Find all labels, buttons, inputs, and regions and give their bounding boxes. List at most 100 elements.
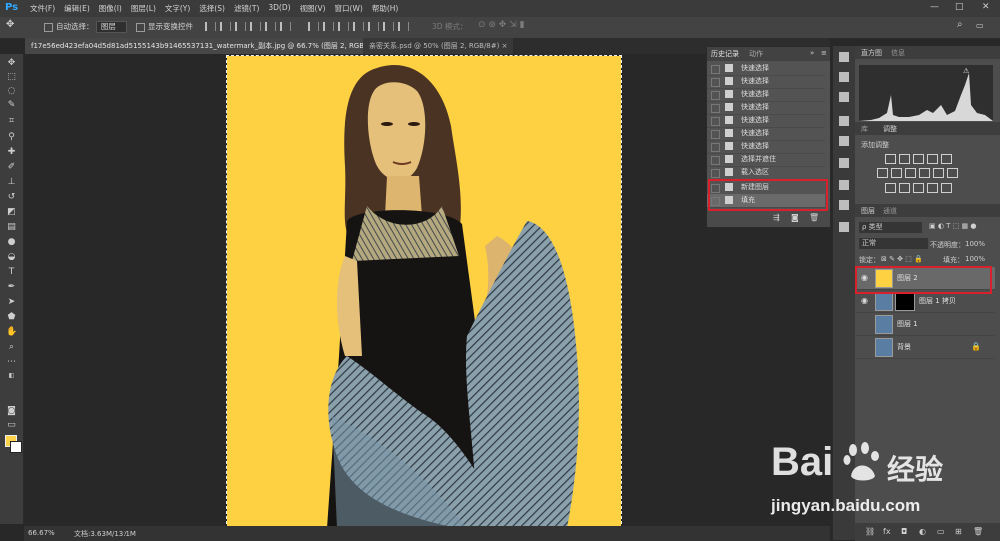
background-color-swatch[interactable] bbox=[10, 441, 22, 453]
paragraph-panel-icon[interactable] bbox=[839, 180, 849, 190]
distribute-center-icon[interactable] bbox=[368, 22, 379, 31]
document-canvas[interactable] bbox=[226, 55, 622, 529]
levels-icon[interactable] bbox=[899, 154, 910, 164]
lasso-tool-icon[interactable]: ◌ bbox=[6, 86, 17, 97]
tab-actions[interactable]: 动作 bbox=[749, 49, 763, 59]
trash-icon[interactable]: 🗑 bbox=[809, 213, 819, 222]
blend-mode-dropdown[interactable]: 正常 bbox=[859, 238, 928, 249]
menu-3d[interactable]: 3D(D) bbox=[268, 3, 290, 14]
history-item[interactable]: 快速选择 bbox=[707, 127, 825, 141]
threshold-icon[interactable] bbox=[913, 183, 924, 193]
align-right-icon[interactable] bbox=[280, 22, 291, 31]
selective-color-icon[interactable] bbox=[941, 183, 952, 193]
3d-panel-icon[interactable] bbox=[839, 222, 849, 232]
pen-tool-icon[interactable]: ✒ bbox=[6, 282, 17, 293]
new-document-from-state-icon[interactable]: ⇶ bbox=[773, 213, 780, 222]
distribute-left-icon[interactable] bbox=[353, 22, 364, 31]
minimize-button[interactable]: — bbox=[930, 2, 939, 12]
brush-tool-icon[interactable]: ✐ bbox=[6, 162, 17, 173]
snapshot-camera-icon[interactable]: ◙ bbox=[791, 213, 799, 222]
auto-select-checkbox[interactable] bbox=[44, 22, 53, 32]
histogram-panel-icon[interactable] bbox=[839, 52, 849, 62]
menu-filter[interactable]: 滤镜(T) bbox=[234, 3, 259, 14]
tab-channels[interactable]: 通道 bbox=[883, 206, 897, 216]
tab-watermark-jpg[interactable]: f17e56ed423efa04d5d81ad5155143b914655371… bbox=[25, 38, 400, 54]
brightness-icon[interactable] bbox=[885, 154, 896, 164]
eyedropper-tool-icon[interactable]: ⚲ bbox=[6, 132, 17, 143]
path-select-tool-icon[interactable]: ➤ bbox=[6, 297, 17, 308]
align-left-icon[interactable] bbox=[250, 22, 261, 31]
history-item[interactable]: 快速选择 bbox=[707, 88, 825, 102]
tab-adjustments[interactable]: 调整 bbox=[883, 124, 897, 134]
gradient-tool-icon[interactable]: ▤ bbox=[6, 222, 17, 233]
menu-window[interactable]: 窗口(W) bbox=[335, 3, 363, 14]
layer-filter-icons[interactable]: ▣ ◐ T ⬚ ▦ ● bbox=[929, 222, 976, 230]
show-transform-checkbox[interactable] bbox=[136, 22, 145, 32]
menu-file[interactable]: 文件(F) bbox=[30, 3, 55, 14]
tab-psd[interactable]: 亲密关系.psd @ 50% (图层 2, RGB/8#) × bbox=[363, 38, 514, 54]
menu-image[interactable]: 图像(I) bbox=[99, 3, 122, 14]
layer-filter-dropdown[interactable]: ρ 类型 bbox=[859, 222, 922, 233]
quick-select-tool-icon[interactable]: ✎ bbox=[6, 100, 17, 111]
search-icon[interactable]: ⌕ bbox=[957, 19, 963, 30]
warning-icon[interactable]: ⚠ bbox=[963, 67, 969, 75]
history-panel-icon[interactable] bbox=[839, 116, 849, 126]
marquee-tool-icon[interactable]: ⬚ bbox=[6, 72, 17, 83]
properties-panel-icon[interactable] bbox=[839, 200, 849, 210]
zoom-tool-icon[interactable]: ⌕ bbox=[6, 342, 17, 353]
history-item[interactable]: 载入选区 bbox=[707, 166, 825, 180]
invert-icon[interactable] bbox=[885, 183, 896, 193]
workspace-icon[interactable]: ▭ bbox=[976, 21, 984, 30]
status-arrow-icon[interactable]: › bbox=[124, 529, 127, 537]
navigator-panel-icon[interactable] bbox=[839, 92, 849, 102]
posterize-icon[interactable] bbox=[899, 183, 910, 193]
move-tool-icon[interactable]: ✥ bbox=[6, 19, 14, 30]
close-button[interactable]: ✕ bbox=[982, 2, 990, 12]
quick-mask-icon[interactable]: ◙ bbox=[6, 406, 17, 417]
clone-stamp-tool-icon[interactable]: ⊥ bbox=[6, 177, 17, 188]
distribute-top-icon[interactable] bbox=[308, 22, 319, 31]
menu-type[interactable]: 文字(Y) bbox=[165, 3, 190, 14]
align-bottom-icon[interactable] bbox=[235, 22, 246, 31]
zoom-level[interactable]: 66.67% bbox=[28, 529, 55, 537]
layer-row[interactable]: 图层 1 bbox=[855, 313, 995, 336]
color-balance-icon[interactable] bbox=[891, 168, 902, 178]
panel-menu-icon[interactable]: ≡ bbox=[821, 49, 827, 57]
photo-filter-icon[interactable] bbox=[919, 168, 930, 178]
black-white-icon[interactable] bbox=[905, 168, 916, 178]
more-tools-icon[interactable]: ⋯ bbox=[6, 357, 17, 368]
history-item[interactable]: 快速选择 bbox=[707, 62, 825, 76]
character-panel-icon[interactable] bbox=[839, 158, 849, 168]
blur-tool-icon[interactable]: ● bbox=[6, 237, 17, 248]
maximize-button[interactable]: □ bbox=[955, 2, 964, 12]
distribute-bottom-icon[interactable] bbox=[338, 22, 349, 31]
shape-tool-icon[interactable]: ⬟ bbox=[6, 312, 17, 323]
screen-mode-icon[interactable]: ▭ bbox=[6, 420, 17, 431]
align-center-icon[interactable] bbox=[265, 22, 276, 31]
hand-tool-icon[interactable]: ✋ bbox=[6, 327, 17, 338]
lock-icons[interactable]: ⊠ ✎ ✥ ⬚ 🔒 bbox=[881, 255, 923, 263]
type-tool-icon[interactable]: T bbox=[6, 267, 17, 278]
crop-tool-icon[interactable]: ⌗ bbox=[6, 116, 17, 127]
auto-select-option[interactable]: 自动选择： 图层 bbox=[44, 21, 127, 33]
tab-library[interactable]: 库 bbox=[861, 124, 868, 134]
fill-value[interactable]: 100% bbox=[965, 255, 985, 263]
close-tab-icon[interactable]: × bbox=[502, 42, 508, 50]
align-middle-icon[interactable] bbox=[220, 22, 231, 31]
brush-panel-icon[interactable] bbox=[839, 136, 849, 146]
gradient-map-icon[interactable] bbox=[927, 183, 938, 193]
history-item[interactable]: 快速选择 bbox=[707, 140, 825, 154]
hue-saturation-icon[interactable] bbox=[877, 168, 888, 178]
auto-align-icon[interactable] bbox=[398, 22, 409, 31]
menu-edit[interactable]: 编辑(E) bbox=[64, 3, 90, 14]
default-colors-icon[interactable]: ◧ bbox=[6, 370, 17, 381]
move-tool-icon[interactable]: ✥ bbox=[6, 58, 17, 69]
tab-history[interactable]: 历史记录 bbox=[711, 49, 739, 59]
layer-row[interactable]: 背景 🔒 bbox=[855, 336, 995, 359]
tab-layers[interactable]: 图层 bbox=[861, 206, 875, 216]
menu-view[interactable]: 视图(V) bbox=[300, 3, 326, 14]
menu-help[interactable]: 帮助(H) bbox=[372, 3, 399, 14]
history-brush-tool-icon[interactable]: ↺ bbox=[6, 192, 17, 203]
history-item[interactable]: 快速选择 bbox=[707, 101, 825, 115]
layer-mask-thumbnail[interactable] bbox=[895, 292, 915, 311]
